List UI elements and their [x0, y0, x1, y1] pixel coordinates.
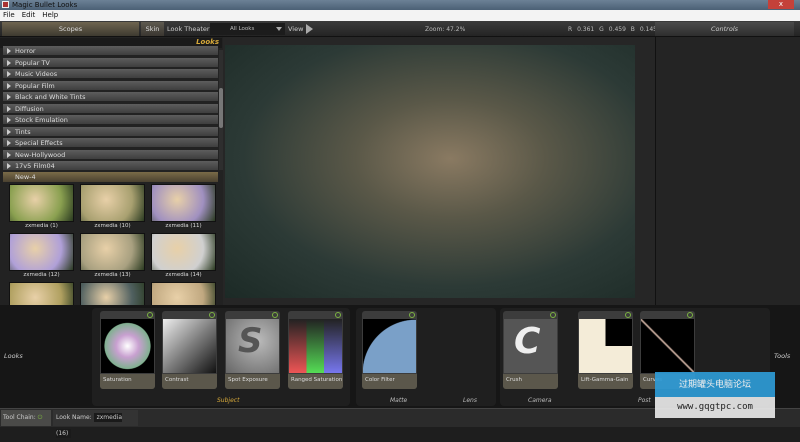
- category-item[interactable]: Special Effects: [3, 138, 218, 148]
- category-new-4[interactable]: New-4: [3, 172, 218, 182]
- tool-preview: C: [504, 319, 557, 373]
- rgb-readout: R 0.361 G 0.459 B 0.145: [568, 26, 658, 33]
- scopes-tab[interactable]: Scopes: [2, 22, 139, 36]
- watermark-text: 过期罐头电脑论坛: [679, 380, 752, 390]
- look-thumbnail[interactable]: zxmedia (1): [9, 184, 74, 233]
- thumbnail-image: [9, 233, 74, 271]
- looks-filter-value: All Looks: [230, 26, 255, 32]
- window-title: Magic Bullet Looks: [12, 1, 78, 9]
- tool-label: Lift-Gamma-Gain: [578, 374, 633, 389]
- category-item[interactable]: Music Videos: [3, 69, 218, 79]
- tool-crush[interactable]: C Crush: [503, 311, 558, 389]
- watermark: 过期罐头电脑论坛 www.gqgtpc.com: [655, 372, 775, 418]
- tools-side-label[interactable]: Tools: [774, 352, 790, 360]
- thumbnail-label: zxmedia (12): [23, 272, 60, 278]
- tool-chain-toggle[interactable]: Tool Chain: ⏻: [1, 410, 51, 426]
- group-camera: Camera: [528, 397, 552, 404]
- menu-edit[interactable]: Edit: [22, 11, 36, 19]
- tool-ranged-saturation[interactable]: Ranged Saturation: [288, 311, 343, 389]
- group-lens: Lens: [463, 397, 477, 404]
- power-icon[interactable]: ⏻: [38, 414, 43, 421]
- menu-help[interactable]: Help: [42, 11, 58, 19]
- chevron-down-icon: [276, 27, 282, 31]
- group-post: Post: [638, 397, 651, 404]
- title-bar: Magic Bullet Looks x: [0, 0, 800, 10]
- look-thumbnail[interactable]: zxmedia (10): [80, 184, 145, 233]
- look-theater-label: Look Theater: [167, 25, 210, 33]
- tool-label: Saturation: [100, 374, 155, 389]
- category-item[interactable]: New-Hollywood: [3, 149, 218, 160]
- tool-label: Color Filter: [362, 374, 417, 389]
- watermark-url: www.gqgtpc.com: [655, 397, 775, 418]
- tool-contrast[interactable]: Contrast: [162, 311, 217, 389]
- category-item[interactable]: Tints: [3, 126, 218, 137]
- thumbnail-image: [9, 184, 74, 222]
- thumbnail-image: [151, 233, 216, 271]
- look-thumbnail[interactable]: zxmedia (12): [9, 233, 74, 282]
- power-icon[interactable]: [209, 312, 215, 318]
- thumbnail-label: zxmedia (10): [94, 223, 131, 229]
- group-matte: Matte: [390, 397, 408, 404]
- thumbnail-image: [80, 233, 145, 271]
- category-item[interactable]: Horror: [3, 46, 218, 56]
- tool-preview: [641, 319, 694, 373]
- toolbar: Scopes Skin Look Theater All Looks View …: [0, 21, 800, 37]
- category-item[interactable]: Stock Emulation: [3, 115, 218, 125]
- tool-preview: [363, 319, 416, 373]
- tool-label: Contrast: [162, 374, 217, 389]
- look-name-label: Look Name:: [56, 414, 92, 421]
- tool-label: Spot Exposure: [225, 374, 280, 389]
- tool-spot-exposure[interactable]: S Spot Exposure: [225, 311, 280, 389]
- category-item[interactable]: Black and White Tints: [3, 92, 218, 102]
- group-subject: Subject: [217, 397, 240, 404]
- category-item[interactable]: Diffusion: [3, 103, 218, 114]
- thumbnail-label: zxmedia (14): [165, 272, 202, 278]
- look-thumbnail[interactable]: zxmedia (14): [151, 233, 216, 282]
- tool-preview: [101, 319, 154, 373]
- tool-preview: [579, 319, 632, 373]
- view-label: View: [288, 25, 304, 33]
- power-icon[interactable]: [409, 312, 415, 318]
- power-icon[interactable]: [147, 312, 153, 318]
- power-icon[interactable]: [687, 312, 693, 318]
- tool-label: Crush: [503, 374, 558, 389]
- tool-chain-label: Tool Chain:: [3, 414, 36, 421]
- category-item[interactable]: Popular Film: [3, 80, 218, 91]
- looks-side-label[interactable]: Looks: [4, 352, 23, 360]
- controls-panel: [655, 37, 800, 305]
- menu-bar: File Edit Help: [0, 10, 800, 21]
- category-item[interactable]: Popular TV: [3, 57, 218, 68]
- look-thumbnail[interactable]: zxmedia (13): [80, 233, 145, 282]
- power-icon[interactable]: [335, 312, 341, 318]
- category-item[interactable]: 17v5 Film04: [3, 161, 218, 171]
- app-icon: [2, 1, 9, 8]
- tool-preview: S: [226, 319, 279, 373]
- thumbnail-label: zxmedia (11): [165, 223, 202, 229]
- tool-preview: [289, 319, 342, 373]
- play-icon[interactable]: [306, 24, 313, 34]
- tool-saturation[interactable]: Saturation: [100, 311, 155, 389]
- power-icon[interactable]: [550, 312, 556, 318]
- power-icon[interactable]: [625, 312, 631, 318]
- close-button[interactable]: x: [768, 0, 794, 9]
- preview-image: [225, 45, 635, 298]
- tool-preview: [163, 319, 216, 373]
- tool-lift-gamma-gain[interactable]: Lift-Gamma-Gain: [578, 311, 633, 389]
- look-thumbnail[interactable]: zxmedia (11): [151, 184, 216, 233]
- zoom-readout: Zoom: 47.2%: [425, 26, 466, 33]
- thumbnail-label: zxmedia (1): [25, 223, 58, 229]
- power-icon[interactable]: [272, 312, 278, 318]
- looks-filter-dropdown[interactable]: All Looks: [210, 23, 285, 35]
- menu-file[interactable]: File: [3, 11, 15, 19]
- tool-color-filter[interactable]: Color Filter: [362, 311, 417, 389]
- skin-tab[interactable]: Skin: [141, 22, 164, 36]
- controls-header: Controls: [655, 22, 794, 36]
- look-name-field: Look Name: zxmedia (16): [53, 410, 138, 438]
- thumbnail-label: zxmedia (13): [94, 272, 131, 278]
- thumbnail-image: [80, 184, 145, 222]
- tool-label: Ranged Saturation: [288, 374, 343, 389]
- thumbnail-image: [151, 184, 216, 222]
